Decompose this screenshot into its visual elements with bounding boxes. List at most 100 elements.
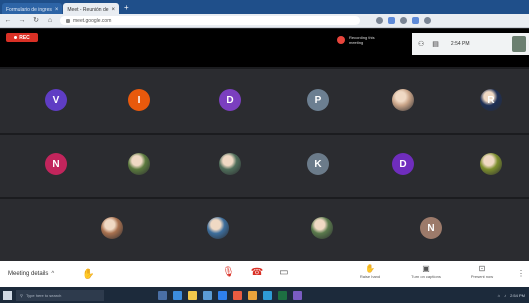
- avatar: N: [420, 217, 442, 239]
- browser-tab-active[interactable]: Meet - Reunión de ×: [63, 3, 120, 14]
- participant-tile[interactable]: R: [455, 75, 527, 125]
- office-icon[interactable]: [233, 290, 242, 300]
- participant-tile[interactable]: P: [282, 75, 354, 125]
- chrome-icon[interactable]: [248, 290, 257, 300]
- hang-up-icon[interactable]: ☎: [251, 267, 263, 279]
- tray-clock: 2:54 PM: [510, 292, 525, 298]
- avatar-photo: [480, 153, 502, 175]
- participant-tile[interactable]: D: [367, 139, 439, 189]
- forward-icon[interactable]: →: [18, 17, 26, 25]
- browser-tab-strip: Formulario de ingres × Meet - Reunión de…: [0, 0, 529, 14]
- avatar-photo: [128, 153, 150, 175]
- windows-start-icon[interactable]: [3, 290, 12, 300]
- extension-icon[interactable]: [376, 17, 383, 24]
- raise-hand-icon: ✋: [365, 264, 375, 273]
- participant-tile[interactable]: N: [395, 203, 467, 253]
- back-icon[interactable]: ←: [4, 17, 12, 25]
- avatar-photo: [311, 217, 333, 239]
- participant-tile[interactable]: [455, 139, 527, 189]
- captions-button[interactable]: ▣ Turn on captions: [406, 264, 446, 279]
- participant-tile[interactable]: N: [20, 139, 92, 189]
- lock-icon: [66, 18, 70, 23]
- participant-tile[interactable]: I: [103, 75, 175, 125]
- store-icon[interactable]: [203, 290, 212, 300]
- taskbar-search[interactable]: ⚲ Type here to search: [16, 289, 104, 301]
- record-icon: [337, 36, 345, 44]
- avatar-photo: [101, 217, 123, 239]
- present-now-button[interactable]: ⊡ Present now: [462, 264, 502, 279]
- participant-tile[interactable]: K: [282, 139, 354, 189]
- edge-icon[interactable]: [173, 290, 182, 300]
- close-tab-icon[interactable]: ×: [55, 7, 59, 13]
- avatar: I: [128, 89, 150, 111]
- file-explorer-icon[interactable]: [188, 290, 197, 300]
- avatar: K: [307, 153, 329, 175]
- mic-off-icon[interactable]: 🎙: [222, 267, 235, 279]
- avatar: D: [219, 89, 241, 111]
- chevron-up-icon: ^: [51, 271, 55, 277]
- extension-bar: [376, 17, 431, 24]
- chat-icon[interactable]: ▤: [432, 40, 439, 48]
- extension-icon[interactable]: [400, 17, 407, 24]
- avatar: N: [45, 153, 67, 175]
- avatar-photo: [392, 89, 414, 111]
- participant-tile[interactable]: [76, 203, 148, 253]
- top-controls: ⚇ ▤ 2:54 PM: [412, 33, 529, 55]
- extension-icon[interactable]: [412, 17, 419, 24]
- volume-icon[interactable]: ♪: [504, 293, 506, 298]
- app-icon[interactable]: [293, 290, 302, 300]
- avatar: V: [45, 89, 67, 111]
- recording-badge: REC: [6, 33, 38, 42]
- system-tray: ⌂ ♪ 2:54 PM: [498, 293, 525, 298]
- participant-tile[interactable]: V: [20, 75, 92, 125]
- avatar: R: [480, 89, 502, 111]
- browser-tab[interactable]: Formulario de ingres ×: [2, 3, 63, 14]
- recording-notice: Recording this meeting: [337, 35, 389, 45]
- avatar: P: [307, 89, 329, 111]
- rec-label: REC: [19, 34, 30, 41]
- captions-label: Turn on captions: [411, 274, 441, 279]
- camera-icon[interactable]: ▭: [279, 267, 288, 279]
- right-controls: ✋ Raise hand ▣ Turn on captions ⊡ Presen…: [350, 264, 502, 279]
- tab-label: Formulario de ingres: [6, 6, 52, 13]
- excel-icon[interactable]: [278, 290, 287, 300]
- raise-hand-label: Raise hand: [359, 274, 381, 279]
- participant-tile[interactable]: [286, 203, 358, 253]
- address-bar[interactable]: meet.google.com: [60, 16, 360, 25]
- self-view-thumbnail[interactable]: [512, 36, 526, 52]
- meeting-details-button[interactable]: Meeting details ^: [0, 271, 80, 277]
- avatar-photo: [207, 217, 229, 239]
- task-view-icon[interactable]: [158, 290, 167, 300]
- participant-grid: V I D P R N K D N: [0, 67, 529, 261]
- hand-icon[interactable]: ✋: [82, 269, 94, 280]
- mail-icon[interactable]: [218, 290, 227, 300]
- participant-tile[interactable]: [182, 203, 254, 253]
- people-icon[interactable]: ⚇: [418, 40, 424, 48]
- network-icon[interactable]: ⌂: [498, 293, 500, 298]
- meeting-details-label: Meeting details: [8, 271, 49, 277]
- participant-tile[interactable]: D: [194, 75, 266, 125]
- home-icon[interactable]: ⌂: [46, 17, 54, 25]
- search-placeholder: Type here to search: [25, 292, 62, 298]
- close-tab-icon[interactable]: ×: [112, 7, 116, 13]
- present-icon: ⊡: [478, 264, 486, 273]
- new-tab-button[interactable]: +: [120, 3, 133, 14]
- participant-tile[interactable]: [367, 75, 439, 125]
- profile-icon[interactable]: [424, 17, 431, 24]
- meeting-top-bar: REC Recording this meeting ⚇ ▤ 2:54 PM: [0, 29, 529, 67]
- participant-tile[interactable]: [194, 139, 266, 189]
- record-dot-icon: [14, 36, 18, 39]
- present-label: Present now: [470, 274, 494, 279]
- taskbar-apps: [158, 290, 302, 300]
- reload-icon[interactable]: ↻: [32, 17, 40, 25]
- taskbar: ⚲ Type here to search ⌂ ♪ 2:54 PM: [0, 287, 529, 303]
- url-text: meet.google.com: [73, 17, 112, 24]
- recording-note-text: Recording this meeting: [349, 35, 375, 45]
- browser-toolbar: ← → ↻ ⌂ meet.google.com: [0, 14, 529, 28]
- meeting-controls-bar: Meeting details ^ ✋ 🎙 ☎ ▭ ✋ Raise hand ▣…: [0, 261, 529, 287]
- participant-tile[interactable]: [103, 139, 175, 189]
- app-icon[interactable]: [263, 290, 272, 300]
- raise-hand-button[interactable]: ✋ Raise hand: [350, 264, 390, 279]
- extension-icon[interactable]: [388, 17, 395, 24]
- more-options-icon[interactable]: ⋮: [517, 269, 525, 278]
